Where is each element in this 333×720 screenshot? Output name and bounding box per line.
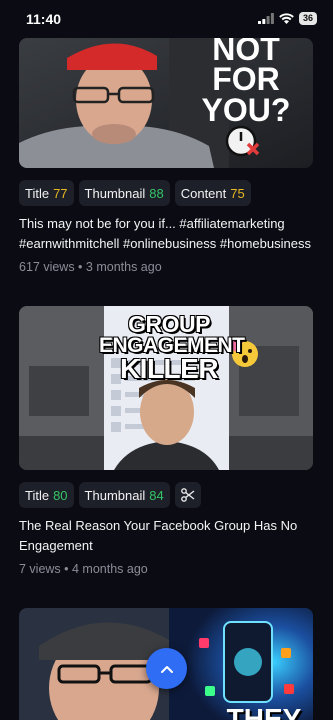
score-value: 75 (230, 185, 245, 201)
title-score-chip[interactable]: Title 80 (19, 482, 74, 508)
video-meta: 7 views • 4 months ago (19, 562, 148, 576)
wifi-icon (279, 13, 294, 24)
thumbnail-caption: NOT FOR YOU? (179, 38, 313, 128)
video-meta: 617 views • 3 months ago (19, 260, 162, 274)
thumbnail-caption: GROUP ENGAGEMENT KILLER (99, 311, 245, 384)
thumbnail-score-chip[interactable]: Thumbnail 84 (78, 482, 170, 508)
thumbnail-caption-line: GROUP (128, 311, 210, 337)
score-label: Title (25, 487, 50, 503)
thumbnail-caption: THEY (224, 703, 304, 720)
thumbnail-caption-line: THEY (226, 703, 302, 720)
thumbnail-caption-line: YOU? (201, 91, 291, 128)
video-thumbnail[interactable]: NOT FOR YOU? (19, 38, 313, 168)
signal-icon (257, 13, 274, 24)
thumbnail-score-chip[interactable]: Thumbnail 88 (78, 180, 170, 206)
title-score-chip[interactable]: Title 77 (19, 180, 74, 206)
score-value: 84 (149, 487, 164, 503)
score-value: 77 (53, 185, 68, 201)
status-time: 11:40 (26, 11, 62, 27)
status-icons: 36 (257, 12, 317, 25)
chevron-up-icon (160, 665, 173, 673)
video-thumbnail[interactable]: GROUP ENGAGEMENT KILLER (19, 306, 313, 470)
thumbnail-caption-line: FOR (212, 61, 280, 98)
score-value: 80 (53, 487, 68, 503)
score-label: Title (25, 185, 50, 201)
scissors-icon (180, 488, 195, 502)
content-score-chip[interactable]: Content 75 (174, 180, 251, 206)
scroll-to-top-button[interactable] (146, 648, 187, 689)
score-value: 88 (149, 185, 164, 201)
score-chips: Title 80 Thumbnail 84 (19, 482, 313, 508)
battery-indicator: 36 (298, 12, 317, 25)
video-card[interactable]: GROUP ENGAGEMENT KILLER Title 80 Thumbna… (19, 306, 313, 576)
video-title[interactable]: The Real Reason Your Facebook Group Has … (19, 516, 313, 556)
edit-tool-button[interactable] (174, 482, 201, 508)
video-title[interactable]: This may not be for you if... #affiliate… (19, 214, 313, 254)
thumbnail-caption-line: KILLER (119, 352, 219, 384)
score-label: Content (180, 185, 227, 201)
score-label: Thumbnail (84, 487, 146, 503)
score-chips: Title 77 Thumbnail 88 Content 75 (19, 180, 313, 206)
video-card[interactable]: NOT FOR YOU? Title 77 Thumbnail 88 Conte… (19, 38, 313, 274)
score-label: Thumbnail (84, 185, 146, 201)
status-bar: 11:40 36 (0, 0, 333, 38)
